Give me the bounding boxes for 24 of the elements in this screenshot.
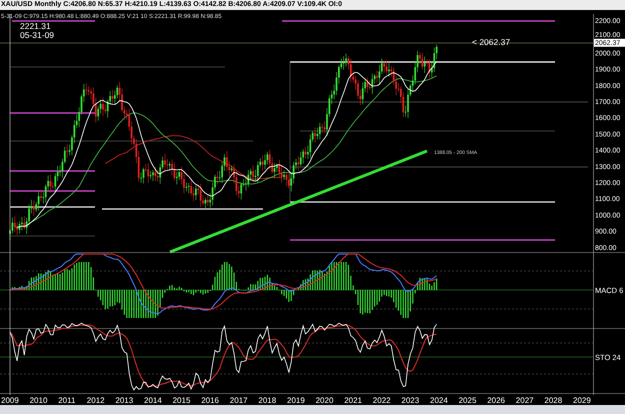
- year-axis-label: 2015: [172, 396, 190, 405]
- year-axis-label: 2012: [86, 396, 105, 405]
- year-axis-label: 2022: [372, 396, 391, 405]
- year-axis-label: 2026: [487, 396, 505, 405]
- year-axis-label: 2025: [458, 396, 476, 405]
- year-axis-label: 2017: [230, 396, 248, 405]
- year-axis-label: 2018: [258, 396, 276, 405]
- year-axis-label: 2029: [573, 396, 591, 405]
- year-axis-label: 2021: [344, 396, 362, 405]
- year-axis-label: 2023: [401, 396, 420, 405]
- year-axis-label: 2013: [115, 396, 134, 405]
- year-axis-label: 2014: [144, 396, 162, 405]
- year-axis-label: 2010: [30, 396, 48, 405]
- year-axis-label: 2016: [201, 396, 219, 405]
- last-price-note: < 2062.37: [472, 37, 510, 47]
- cursor-price-label: 2221.31: [20, 21, 51, 31]
- year-axis-label: 2019: [287, 396, 305, 405]
- year-axis-label: 2028: [544, 396, 562, 405]
- year-axis-label: 2020: [316, 396, 334, 405]
- year-axis-label: 2011: [58, 396, 76, 405]
- cursor-date-label: 05-31-09: [20, 30, 54, 40]
- year-axis-label: 2009: [1, 396, 19, 405]
- year-axis-label: 2027: [516, 396, 534, 405]
- year-axis-label: 2024: [430, 396, 448, 405]
